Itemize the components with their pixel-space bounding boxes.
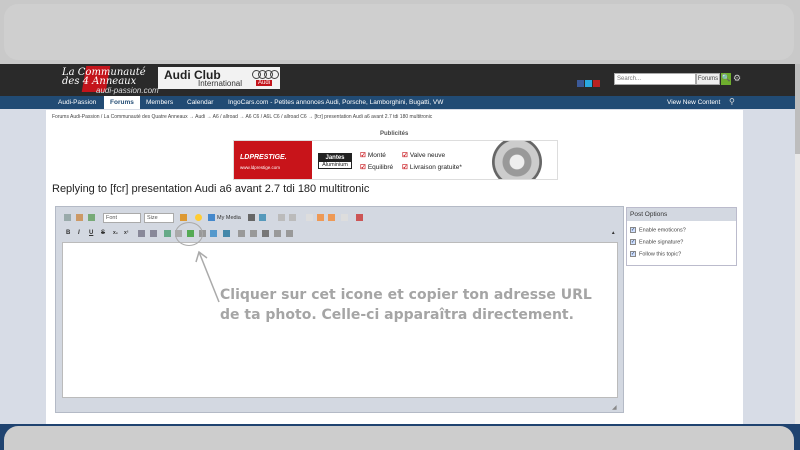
nav-forums[interactable]: Forums [104, 96, 140, 109]
nav-calendar[interactable]: Calendar [187, 96, 213, 109]
bold-button[interactable]: B [66, 228, 70, 238]
search-scope-select[interactable]: Forums [696, 73, 720, 85]
indent-icon[interactable] [274, 230, 281, 237]
italic-button[interactable]: I [78, 228, 80, 238]
paste-text-icon[interactable] [317, 214, 324, 221]
ad-check-item: ☑ Livraison gratuite* [402, 164, 462, 171]
ad-aluminium: Aluminium [322, 162, 348, 168]
redo-icon[interactable] [289, 214, 296, 221]
annotation-circle [175, 222, 203, 246]
media-icon[interactable] [208, 214, 215, 221]
ad-check-item: ☑ Equilibré [360, 164, 394, 171]
code-icon[interactable] [223, 230, 230, 237]
pin-icon[interactable]: ⚲ [729, 97, 735, 106]
align-left-icon[interactable] [238, 230, 245, 237]
editor-toolbar-bottom: B I U S x₂ x² ▴ [60, 228, 618, 240]
browser-chrome-overlay [0, 0, 800, 64]
outdent-icon[interactable] [286, 230, 293, 237]
ad-label: Publicités [380, 131, 409, 137]
my-media-button[interactable]: My Media [217, 213, 241, 223]
checkbox[interactable]: ✓ [630, 227, 636, 233]
logo-line2: des 4 Anneaux [62, 76, 137, 87]
post-options-panel: Post Options ✓ Enable emoticons? ✓ Enable … [626, 207, 737, 266]
eraser-icon[interactable] [76, 214, 83, 221]
copy-icon[interactable] [259, 214, 266, 221]
nav-members[interactable]: Members [146, 96, 173, 109]
check-icon: ☑ [360, 164, 366, 171]
facebook-icon[interactable] [577, 80, 584, 87]
social-icons [577, 74, 601, 92]
emoticon-icon[interactable] [195, 214, 202, 221]
option-signature[interactable]: ✓ Enable signature? [630, 239, 683, 245]
text-color-icon[interactable] [180, 214, 187, 221]
ad-jantes: Jantes [319, 154, 351, 162]
cut-icon[interactable] [306, 214, 313, 221]
audi-rings-icon [252, 70, 279, 80]
editor-toolbar-top: Font Size My Media [60, 212, 618, 224]
subscript-button[interactable]: x₂ [113, 228, 118, 238]
strike-button[interactable]: S [101, 228, 105, 238]
club-brand: Audi [256, 80, 273, 86]
ad-product-box: Jantes Aluminium [318, 153, 352, 169]
site-logo[interactable]: La Communauté des 4 Anneaux [62, 68, 158, 87]
source-icon[interactable] [64, 214, 71, 221]
numbered-list-icon[interactable] [150, 230, 157, 237]
twitter-icon[interactable] [585, 80, 592, 87]
search-input[interactable]: Search... [614, 73, 696, 85]
size-select[interactable]: Size [144, 213, 174, 223]
resize-handle-icon[interactable]: ◢ [612, 404, 617, 411]
link-icon[interactable] [164, 230, 171, 237]
align-right-icon[interactable] [262, 230, 269, 237]
scroll-thumb[interactable] [795, 64, 800, 154]
align-center-icon[interactable] [250, 230, 257, 237]
nav-audi-passion[interactable]: Audi-Passion [58, 96, 96, 109]
audi-club-banner[interactable]: Audi Club International Audi [158, 67, 280, 89]
checkbox[interactable]: ✓ [630, 239, 636, 245]
option-emoticons[interactable]: ✓ Enable emoticons? [630, 227, 686, 233]
ad-brand: LDPRESTIGE. [240, 154, 287, 161]
breadcrumb[interactable]: Forums Audi-Passion / La Communauté des … [52, 114, 432, 120]
club-subtitle: International [198, 79, 243, 88]
check-icon: ☑ [402, 164, 408, 171]
wheel-image [492, 141, 542, 179]
nav-view-new-content[interactable]: View New Content [667, 96, 720, 109]
ad-check-item: ☑ Monté [360, 152, 386, 159]
nav-ingocars[interactable]: IngoCars.com - Petites annonces Audi, Po… [228, 96, 443, 109]
youtube-icon[interactable] [593, 80, 600, 87]
paste-word-icon[interactable] [328, 214, 335, 221]
ad-check-item: ☑ Valve neuve [402, 152, 446, 159]
search-button[interactable]: 🔍 [721, 73, 731, 85]
font-select[interactable]: Font [103, 213, 141, 223]
spellcheck-icon[interactable] [356, 214, 363, 221]
annotation-text: Cliquer sur cet icone et copier ton adre… [220, 287, 592, 323]
page-title: Replying to [fcr] presentation Audi a6 a… [52, 183, 370, 195]
special-char-icon[interactable] [248, 214, 255, 221]
find-icon[interactable] [341, 214, 348, 221]
check-icon: ☑ [402, 152, 408, 159]
post-options-title: Post Options [627, 208, 736, 221]
superscript-button[interactable]: x² [124, 228, 128, 238]
paste-icon[interactable] [88, 214, 95, 221]
ad-url: www.ldprestige.com [240, 165, 281, 170]
advertisement-banner[interactable]: LDPRESTIGE. www.ldprestige.com Jantes Al… [233, 140, 558, 180]
underline-button[interactable]: U [89, 228, 93, 238]
bottom-overlay [4, 426, 794, 450]
check-icon: ☑ [360, 152, 366, 159]
gear-icon[interactable]: ⚙ [733, 73, 741, 84]
browser-chrome-blur [4, 4, 794, 60]
option-follow-topic[interactable]: ✓ Follow this topic? [630, 251, 681, 257]
collapse-toolbar-icon[interactable]: ▴ [612, 228, 615, 238]
logo-subtitle: audi-passion.com [96, 86, 159, 95]
quote-icon[interactable] [210, 230, 217, 237]
undo-icon[interactable] [278, 214, 285, 221]
bullet-list-icon[interactable] [138, 230, 145, 237]
checkbox[interactable]: ✓ [630, 251, 636, 257]
